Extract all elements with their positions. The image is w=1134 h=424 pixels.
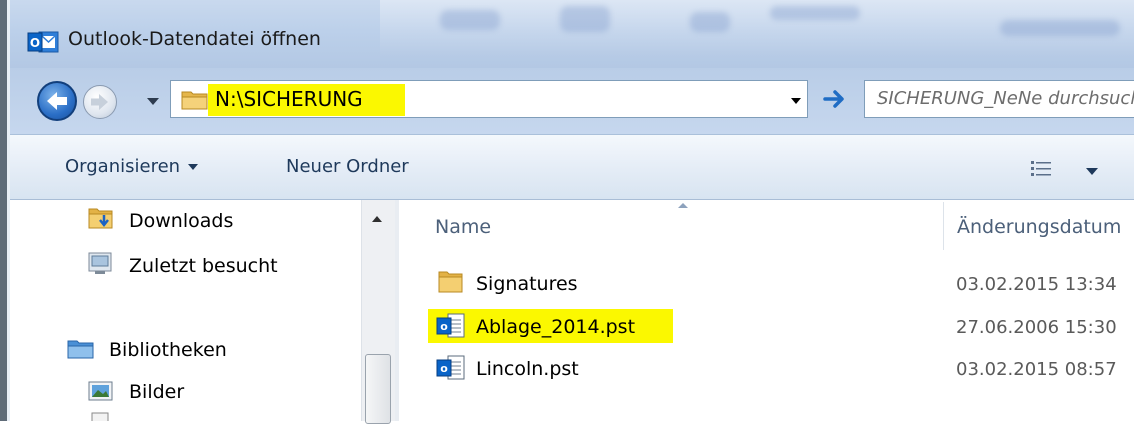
folder-icon	[181, 91, 208, 110]
scrollbar-thumb[interactable]	[365, 354, 391, 424]
organize-button[interactable]: Organisieren	[65, 156, 199, 177]
file-name[interactable]: Lincoln.pst	[476, 358, 579, 380]
background-blur	[560, 6, 610, 32]
go-arrow-icon	[823, 90, 844, 108]
file-name[interactable]: Signatures	[476, 273, 578, 295]
column-header-name[interactable]: Name	[435, 216, 491, 238]
outlook-data-file-icon: o	[436, 313, 465, 338]
recent-places-icon	[88, 252, 112, 274]
outlook-icon: O	[27, 30, 59, 54]
new-folder-button[interactable]: Neuer Ordner	[286, 156, 409, 177]
libraries-icon	[67, 340, 94, 359]
chevron-down-icon	[188, 164, 199, 170]
file-modified-date: 03.02.2015 13:34	[956, 274, 1117, 295]
folder-icon	[438, 271, 463, 293]
chevron-down-icon[interactable]	[147, 98, 159, 105]
back-arrow-icon	[47, 92, 67, 110]
address-path[interactable]: N:\SICHERUNG	[215, 87, 363, 111]
documents-icon	[91, 412, 109, 421]
background-blur	[770, 6, 860, 20]
search-placeholder: SICHERUNG_NeNe durchsuchen	[877, 88, 1134, 109]
search-input[interactable]: SICHERUNG_NeNe durchsuchen	[864, 80, 1134, 118]
view-details-icon[interactable]	[1031, 160, 1051, 178]
window-edge	[0, 0, 7, 421]
outlook-data-file-icon: o	[436, 355, 465, 380]
column-separator[interactable]	[943, 202, 944, 250]
nav-item-recent[interactable]: Zuletzt besucht	[129, 255, 278, 277]
background-blur	[1000, 20, 1120, 36]
file-modified-date: 03.02.2015 08:57	[956, 359, 1117, 380]
file-name[interactable]: Ablage_2014.pst	[476, 316, 635, 338]
scroll-up-arrow-icon[interactable]	[372, 216, 382, 222]
forward-button[interactable]	[83, 85, 117, 119]
svg-text:O: O	[30, 36, 40, 50]
nav-item-libraries[interactable]: Bibliotheken	[109, 339, 227, 361]
svg-text:o: o	[440, 362, 448, 375]
pictures-icon	[88, 381, 113, 401]
forward-arrow-icon	[91, 94, 108, 110]
view-options-dropdown[interactable]	[1086, 168, 1098, 175]
navigation-pane	[10, 200, 395, 421]
address-dropdown-icon[interactable]	[791, 98, 801, 104]
sort-ascending-icon	[678, 203, 688, 208]
background-blur	[690, 12, 730, 32]
nav-item-downloads[interactable]: Downloads	[129, 210, 233, 232]
window-title: Outlook-Datendatei öffnen	[68, 28, 321, 50]
go-button[interactable]	[812, 80, 858, 118]
nav-item-pictures[interactable]: Bilder	[129, 381, 184, 403]
organize-label: Organisieren	[65, 156, 181, 177]
downloads-folder-icon	[88, 208, 113, 229]
background-blur	[440, 10, 500, 30]
file-modified-date: 27.06.2006 15:30	[956, 317, 1117, 338]
back-button[interactable]	[37, 81, 77, 121]
svg-text:o: o	[440, 320, 448, 333]
column-header-modified[interactable]: Änderungsdatum	[957, 216, 1121, 238]
